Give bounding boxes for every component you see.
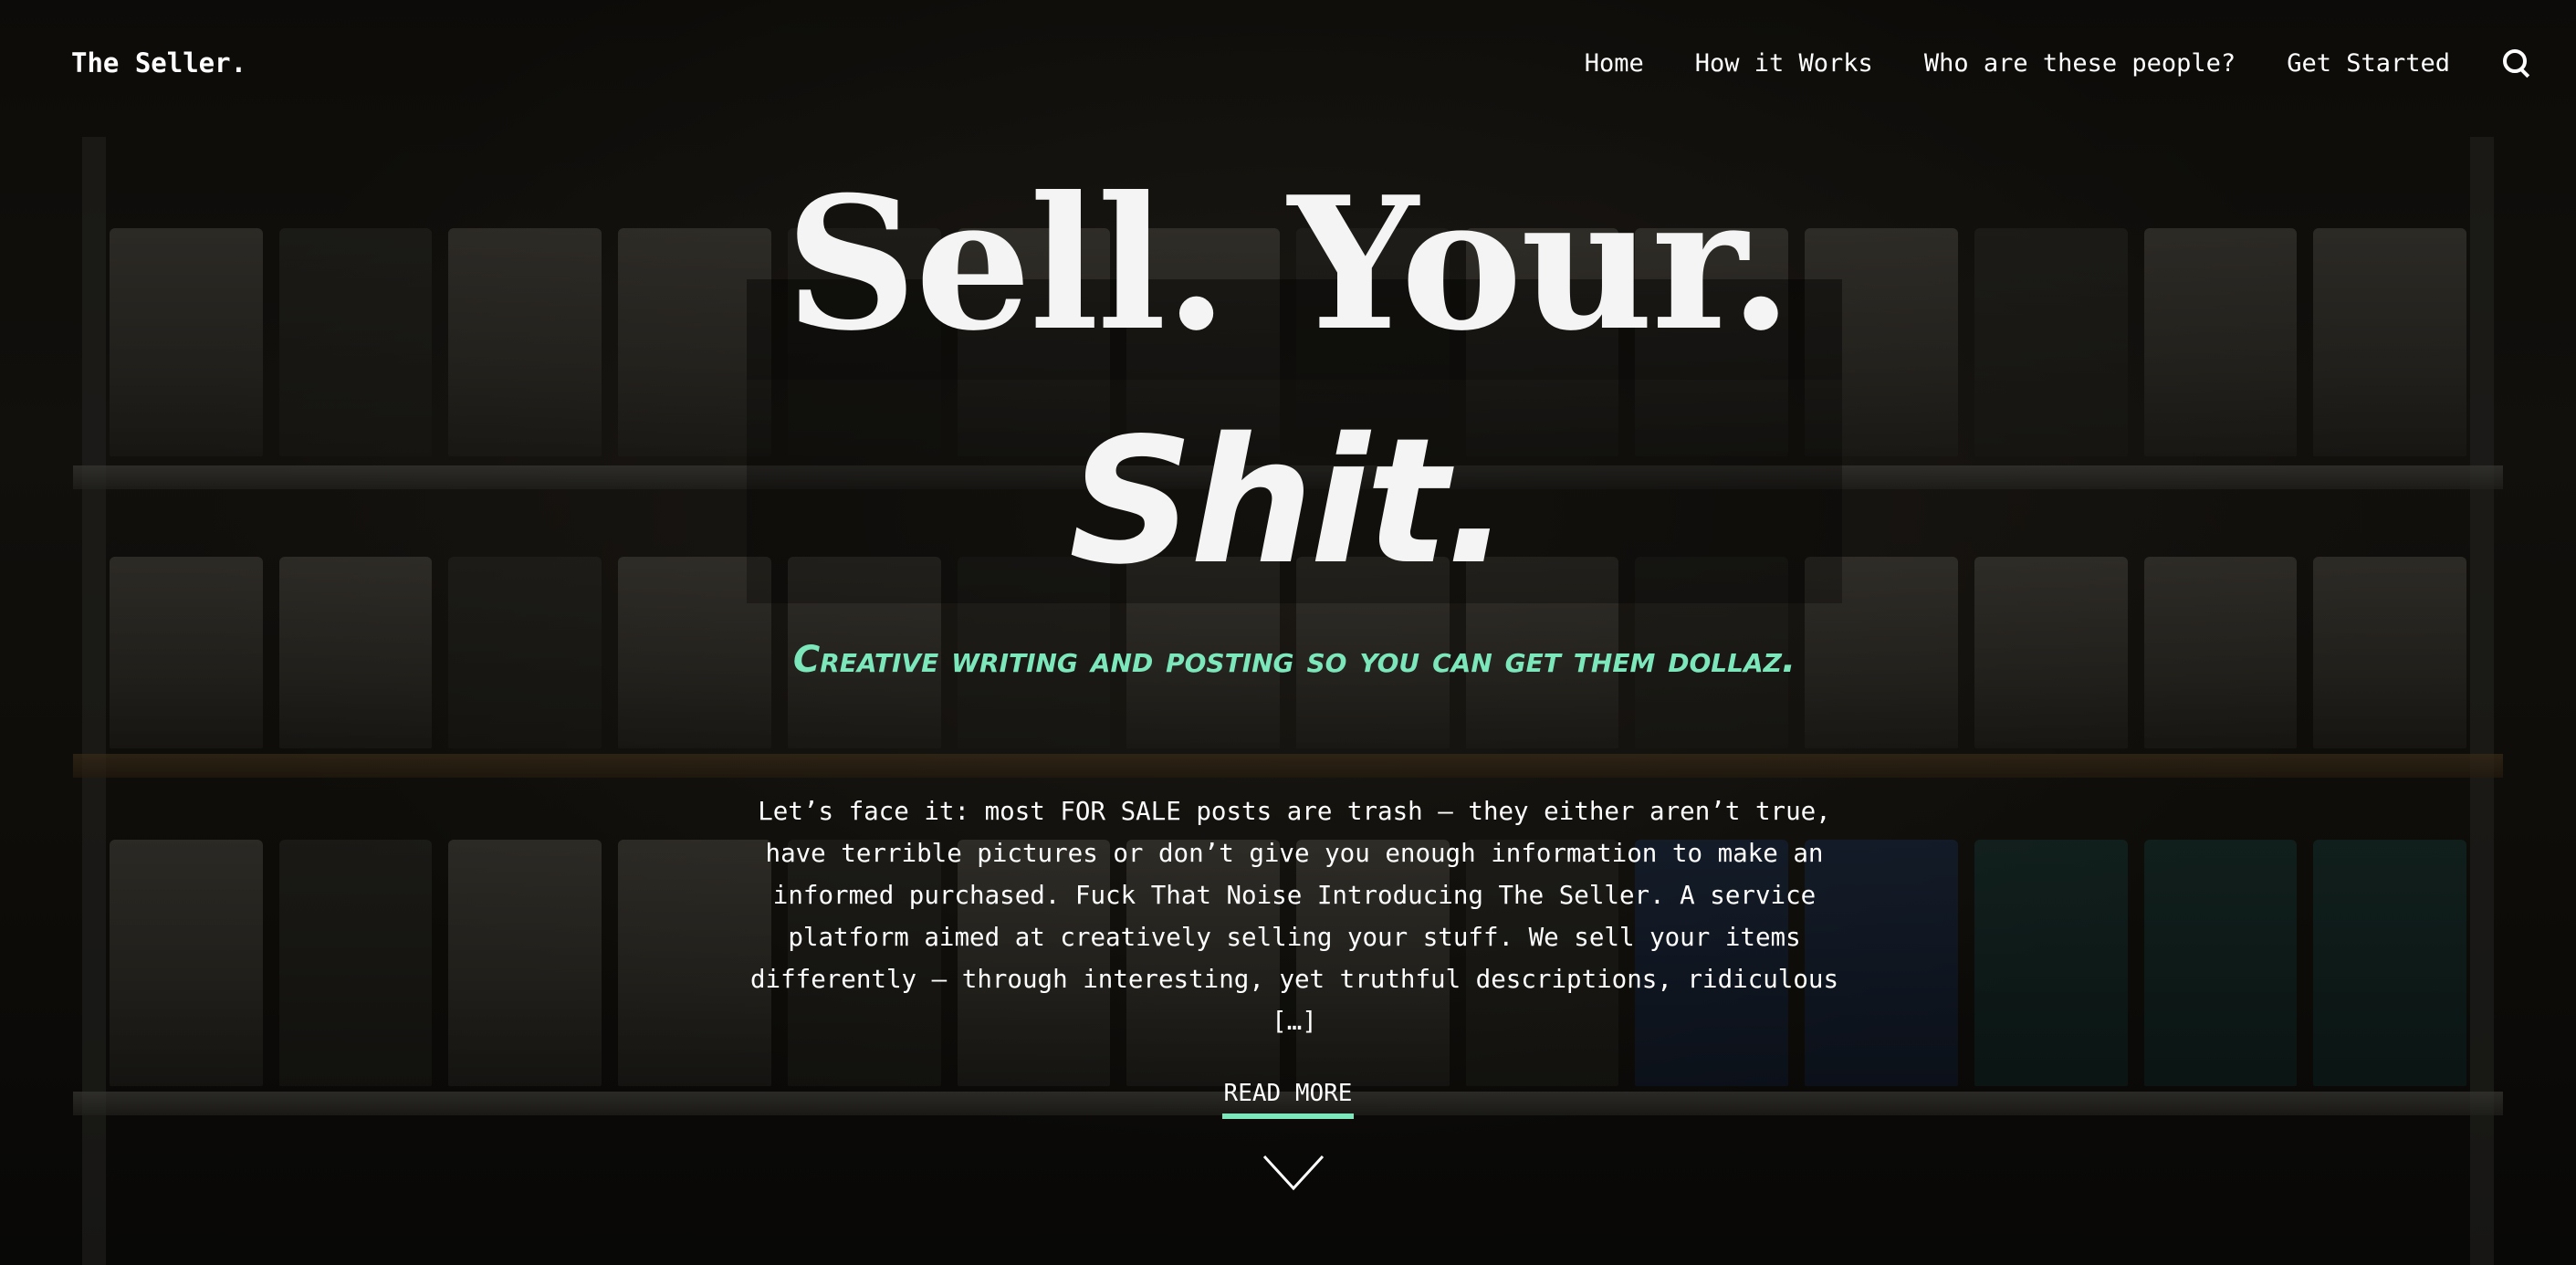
chevron-down-icon[interactable] [1262,1152,1325,1194]
search-icon[interactable] [2501,47,2532,78]
nav-item-home[interactable]: Home [1585,49,1644,78]
hero-title-line-2: Shit. [1068,401,1511,602]
read-more-button[interactable]: READ MORE [1221,1075,1355,1119]
primary-nav: Home How it Works Who are these people? … [1585,47,2532,78]
hero-excerpt: Let’s face it: most FOR SALE posts are t… [749,797,1839,1036]
hero-tagline: Creative writing and posting so you can … [792,639,1796,681]
page: The Seller. Home How it Works Who are th… [0,0,2576,1265]
read-more-container: READ MORE [0,1075,2576,1119]
site-title-link[interactable]: The Seller. [71,47,246,78]
hero-title-line-1: Sell. Your. [785,157,1793,371]
nav-item-who-are-these-people[interactable]: Who are these people? [1924,49,2236,78]
nav-item-how-it-works[interactable]: How it Works [1695,49,1873,78]
nav-item-get-started[interactable]: Get Started [2287,49,2450,78]
